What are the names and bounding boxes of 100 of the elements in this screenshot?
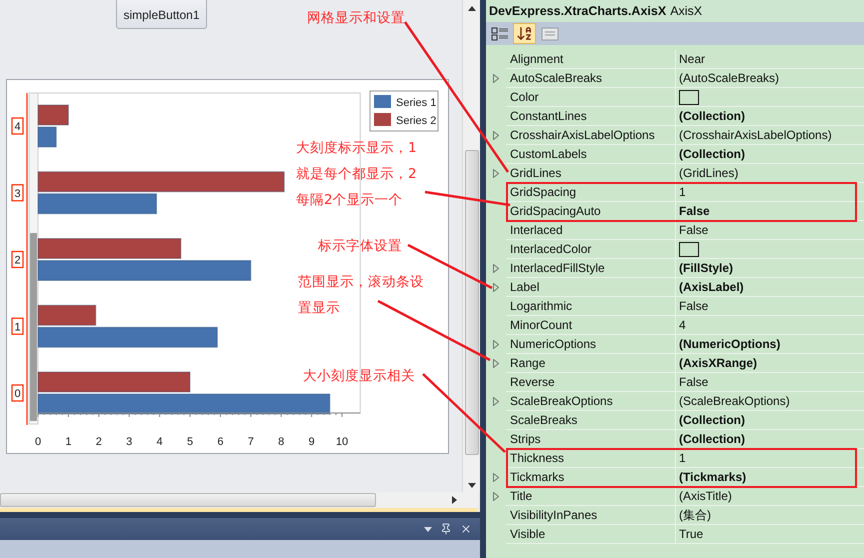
expand-icon[interactable] xyxy=(493,359,499,368)
axis-label: 8 xyxy=(278,436,284,448)
property-name[interactable]: Alignment xyxy=(506,50,676,69)
expand-icon[interactable] xyxy=(493,283,499,292)
legend-label: Series 2 xyxy=(396,115,436,127)
simple-button[interactable]: simpleButton1 xyxy=(116,0,207,29)
property-name[interactable]: CrosshairAxisLabelOptions xyxy=(506,126,676,145)
axis-label: 10 xyxy=(336,436,348,448)
property-name[interactable]: ConstantLines xyxy=(506,107,676,126)
color-swatch[interactable] xyxy=(679,242,699,256)
property-name[interactable]: Thickness xyxy=(506,449,676,468)
property-value[interactable]: 4 xyxy=(679,316,686,334)
property-name[interactable]: Visible xyxy=(506,525,676,544)
property-name[interactable]: InterlacedFillStyle xyxy=(506,259,676,278)
property-value[interactable]: (AxisLabel) xyxy=(679,278,744,296)
close-icon[interactable] xyxy=(460,523,472,535)
property-value[interactable]: 1 xyxy=(679,183,686,201)
property-value[interactable]: False xyxy=(679,297,708,315)
property-value[interactable]: (GridLines) xyxy=(679,164,738,182)
property-value[interactable]: (Collection) xyxy=(679,107,745,125)
annotation-text: 范围显示，滚动条设 xyxy=(298,273,424,292)
vertical-scrollbar[interactable] xyxy=(462,0,480,492)
property-value[interactable]: (Collection) xyxy=(679,145,745,163)
property-value[interactable]: (Tickmarks) xyxy=(679,468,746,486)
property-value[interactable]: False xyxy=(679,373,708,391)
property-name[interactable]: Color xyxy=(506,88,676,107)
property-value[interactable]: (AutoScaleBreaks) xyxy=(679,69,780,87)
property-name[interactable]: Logarithmic xyxy=(506,297,676,316)
property-value[interactable]: (AxisTitle) xyxy=(679,487,732,505)
annotation-text: 每隔2个显示一个 xyxy=(296,191,403,210)
expand-icon[interactable] xyxy=(493,169,499,178)
annotation-text: 标示字体设置 xyxy=(318,237,402,256)
property-name[interactable]: NumericOptions xyxy=(506,335,676,354)
property-value[interactable]: True xyxy=(679,525,704,543)
expand-icon[interactable] xyxy=(493,473,499,482)
property-name[interactable]: ScaleBreakOptions xyxy=(506,392,676,411)
property-name[interactable]: InterlacedColor xyxy=(506,240,676,259)
categorized-icon xyxy=(490,26,508,42)
property-name[interactable]: Range xyxy=(506,354,676,373)
expand-icon[interactable] xyxy=(493,492,499,501)
property-name[interactable]: ScaleBreaks xyxy=(506,411,676,430)
property-value[interactable]: False xyxy=(679,202,710,220)
property-value[interactable]: (NumericOptions) xyxy=(679,335,780,353)
expand-icon[interactable] xyxy=(493,131,499,140)
toolbar-button[interactable] xyxy=(513,23,536,44)
expand-icon[interactable] xyxy=(493,264,499,273)
property-value[interactable]: Near xyxy=(679,50,706,68)
expand-icon[interactable] xyxy=(493,340,499,349)
highlight-box xyxy=(11,184,24,202)
property-name[interactable]: GridLines xyxy=(506,164,676,183)
property-name[interactable]: GridSpacingAuto xyxy=(506,202,676,221)
annotation-text: 大刻度标示显示，1 xyxy=(296,139,417,158)
property-value[interactable]: False xyxy=(679,221,708,239)
highlight-box xyxy=(11,384,24,402)
property-value[interactable]: (Collection) xyxy=(679,411,745,429)
property-name[interactable]: GridSpacing xyxy=(506,183,676,202)
property-name[interactable]: CustomLabels xyxy=(506,145,676,164)
property-value[interactable]: (ScaleBreakOptions) xyxy=(679,392,790,410)
sort-az-icon xyxy=(516,25,533,42)
scroll-down-icon xyxy=(468,483,476,488)
axis-label: 3 xyxy=(14,188,21,200)
property-value[interactable]: (集合) xyxy=(679,506,711,524)
pin-icon[interactable] xyxy=(440,523,452,535)
property-name[interactable]: Tickmarks xyxy=(506,468,676,487)
property-name[interactable]: Interlaced xyxy=(506,221,676,240)
property-value[interactable]: (Collection) xyxy=(679,430,745,448)
horizontal-scrollbar[interactable] xyxy=(0,492,478,508)
axis-label: 5 xyxy=(186,436,194,448)
annotation-text: 网格显示和设置 xyxy=(307,9,405,28)
property-value[interactable]: (AxisXRange) xyxy=(679,354,758,372)
dropdown-icon[interactable] xyxy=(424,526,432,532)
property-value[interactable]: (CrosshairAxisLabelOptions) xyxy=(679,126,832,144)
property-value[interactable]: (FillStyle) xyxy=(679,259,734,277)
expand-icon[interactable] xyxy=(493,397,499,406)
highlight-box xyxy=(11,318,24,335)
property-name[interactable]: VisibilityInPanes xyxy=(506,506,676,525)
property-name[interactable]: Label xyxy=(506,278,676,297)
axis-label: 0 xyxy=(14,388,21,400)
property-name[interactable]: Reverse xyxy=(506,373,676,392)
highlight-box xyxy=(11,250,24,268)
axis-label: 3 xyxy=(126,436,132,448)
chart-scrollbar[interactable] xyxy=(28,92,38,424)
annotation-text: 就是每个都显示，2 xyxy=(296,165,417,184)
property-name[interactable]: AutoScaleBreaks xyxy=(506,69,676,88)
property-name[interactable]: Title xyxy=(506,487,676,506)
color-swatch[interactable] xyxy=(679,90,699,104)
property-name[interactable]: Strips xyxy=(506,430,676,449)
scroll-right-icon xyxy=(452,496,457,504)
expand-icon[interactable] xyxy=(493,74,499,83)
annotation-text: 置显示 xyxy=(298,299,340,318)
axis-label: 6 xyxy=(217,436,224,448)
axis-label: 4 xyxy=(156,436,163,448)
scroll-up-icon xyxy=(468,6,476,11)
property-name[interactable]: MinorCount xyxy=(506,316,676,335)
annotation-text: 大小刻度显示相关 xyxy=(303,367,415,386)
axis-label: 4 xyxy=(14,121,21,133)
axis-label: 1 xyxy=(14,321,21,334)
property-value[interactable]: 1 xyxy=(679,449,686,467)
axis-label: 0 xyxy=(34,436,42,448)
axis-label: 2 xyxy=(14,254,21,266)
